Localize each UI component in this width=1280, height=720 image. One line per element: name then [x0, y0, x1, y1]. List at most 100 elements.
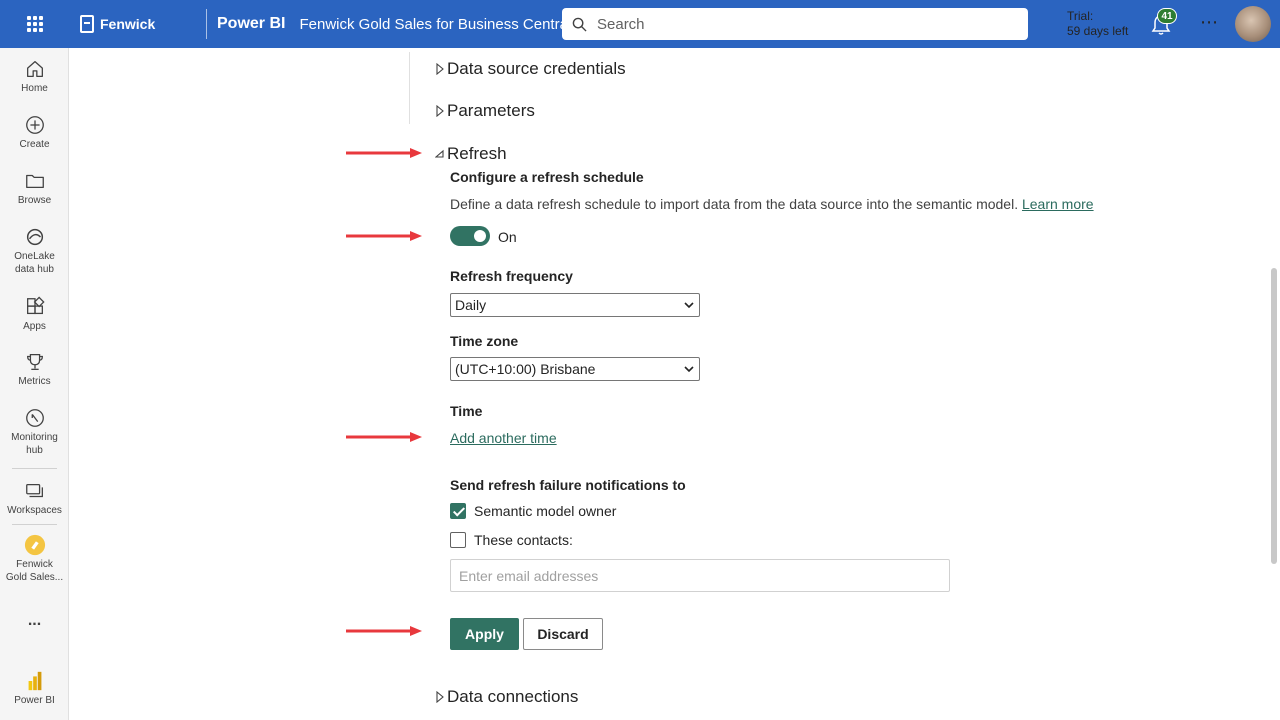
left-nav: Home Create Browse OneLake data hub Apps…: [0, 48, 69, 720]
section-data-source-credentials[interactable]: Data source credentials: [435, 59, 626, 79]
nav-item-powerbi[interactable]: Power BI: [0, 670, 69, 707]
nav-item-apps[interactable]: Apps: [0, 296, 69, 333]
owner-checkbox[interactable]: [450, 503, 466, 519]
nav-label: Power BI: [14, 695, 55, 706]
owner-option-label: Semantic model owner: [474, 503, 617, 519]
time-label: Time: [450, 403, 483, 419]
waffle-icon: [27, 16, 43, 32]
section-guide-line: [409, 52, 410, 124]
nav-item-create[interactable]: Create: [0, 114, 69, 151]
caret-expanded-icon: [435, 149, 444, 158]
nav-item-fenwick-gold-sales[interactable]: Fenwick Gold Sales...: [0, 534, 69, 584]
section-refresh[interactable]: Refresh: [435, 144, 507, 164]
workspaces-icon: [25, 483, 43, 498]
nav-label-line1: OneLake: [14, 251, 55, 262]
chevron-down-icon: [684, 302, 694, 309]
fenwick-logo-icon: [80, 15, 94, 33]
section-label: Data connections: [447, 687, 579, 706]
nav-item-workspaces[interactable]: Workspaces: [0, 480, 69, 517]
select-value: Daily: [455, 297, 487, 313]
nav-label: Create: [19, 139, 50, 150]
home-icon: [26, 61, 43, 77]
section-parameters[interactable]: Parameters: [435, 101, 535, 121]
schedule-description: Define a data refresh schedule to import…: [450, 196, 1094, 212]
discard-button[interactable]: Discard: [523, 618, 603, 650]
nav-label-line2: data hub: [15, 264, 54, 275]
trial-line2: 59 days left: [1067, 24, 1129, 38]
section-label: Parameters: [447, 101, 535, 120]
workspace-logo-icon: [24, 534, 45, 556]
nav-item-metrics[interactable]: Metrics: [0, 351, 69, 388]
contacts-checkbox[interactable]: [450, 532, 466, 548]
section-label: Refresh: [447, 144, 507, 163]
notifications-label: Send refresh failure notifications to: [450, 477, 686, 493]
annotation-arrow-icon: [346, 626, 422, 636]
time-zone-select[interactable]: (UTC+10:00) Brisbane: [450, 357, 700, 381]
scrollbar-thumb[interactable]: [1271, 268, 1277, 564]
powerbi-logo-icon: [28, 671, 41, 691]
caret-right-icon: [436, 105, 444, 117]
avatar[interactable]: [1235, 6, 1271, 42]
onelake-icon: [26, 228, 43, 246]
more-icon: ...: [27, 612, 42, 629]
refresh-frequency-select[interactable]: Daily: [450, 293, 700, 317]
annotation-arrow-icon: [346, 432, 422, 442]
nav-item-onelake[interactable]: OneLake data hub: [0, 226, 69, 276]
toggle-label: On: [498, 229, 517, 245]
caret-right-icon: [436, 691, 444, 703]
nav-label-line1: Monitoring: [11, 432, 58, 443]
nav-divider: [12, 468, 57, 469]
section-label: Data source credentials: [447, 59, 626, 78]
configure-schedule-title: Configure a refresh schedule: [450, 169, 644, 185]
brand-logo[interactable]: Fenwick: [70, 15, 206, 33]
nav-label-line1: Fenwick: [16, 559, 53, 570]
plus-circle-icon: [25, 116, 44, 134]
nav-item-browse[interactable]: Browse: [0, 170, 69, 207]
contacts-checkbox-row[interactable]: These contacts:: [450, 532, 573, 548]
nav-label: Workspaces: [7, 505, 62, 516]
report-title[interactable]: Fenwick Gold Sales for Business Central: [299, 16, 567, 33]
toggle-knob: [474, 230, 486, 242]
trial-line1: Trial:: [1067, 9, 1094, 23]
nav-item-monitoring[interactable]: Monitoring hub: [0, 407, 69, 457]
contacts-option-label: These contacts:: [474, 532, 573, 548]
header-divider: [206, 9, 207, 39]
nav-label: Home: [21, 83, 48, 94]
product-name[interactable]: Power BI: [217, 15, 285, 33]
nav-divider: [12, 524, 57, 525]
nav-label-line2: Gold Sales...: [5, 572, 64, 583]
search-icon: [572, 17, 587, 32]
nav-label: Browse: [17, 195, 52, 206]
email-addresses-input[interactable]: [450, 559, 950, 592]
more-options-icon[interactable]: ⋯: [1200, 12, 1219, 33]
nav-label-line2: hub: [26, 445, 43, 456]
app-launcher-button[interactable]: [0, 0, 70, 48]
owner-checkbox-row[interactable]: Semantic model owner: [450, 503, 616, 519]
caret-right-icon: [436, 63, 444, 75]
search-box[interactable]: Search: [562, 8, 1028, 40]
notification-badge: 41: [1157, 8, 1177, 24]
trophy-icon: [26, 354, 43, 370]
monitoring-icon: [25, 409, 44, 427]
nav-item-home[interactable]: Home: [0, 58, 69, 95]
apps-icon: [26, 296, 45, 315]
nav-label: Apps: [23, 321, 46, 332]
learn-more-link[interactable]: Learn more: [1022, 196, 1094, 212]
annotation-arrow-icon: [346, 231, 422, 241]
chevron-down-icon: [684, 366, 694, 373]
folder-icon: [25, 174, 44, 189]
nav-item-more[interactable]: ...: [0, 612, 69, 629]
nav-label: Metrics: [18, 376, 51, 387]
add-another-time-link[interactable]: Add another time: [450, 430, 557, 446]
apply-button[interactable]: Apply: [450, 618, 519, 650]
trial-status[interactable]: Trial: 59 days left: [1067, 9, 1128, 39]
refresh-frequency-label: Refresh frequency: [450, 268, 573, 284]
search-placeholder: Search: [597, 15, 645, 33]
brand-name: Fenwick: [100, 16, 156, 32]
description-text: Define a data refresh schedule to import…: [450, 196, 1019, 212]
time-zone-label: Time zone: [450, 333, 519, 349]
select-value: (UTC+10:00) Brisbane: [455, 361, 596, 377]
section-data-connections[interactable]: Data connections: [435, 687, 578, 707]
annotation-arrow-icon: [346, 148, 422, 158]
refresh-toggle[interactable]: [450, 226, 490, 246]
